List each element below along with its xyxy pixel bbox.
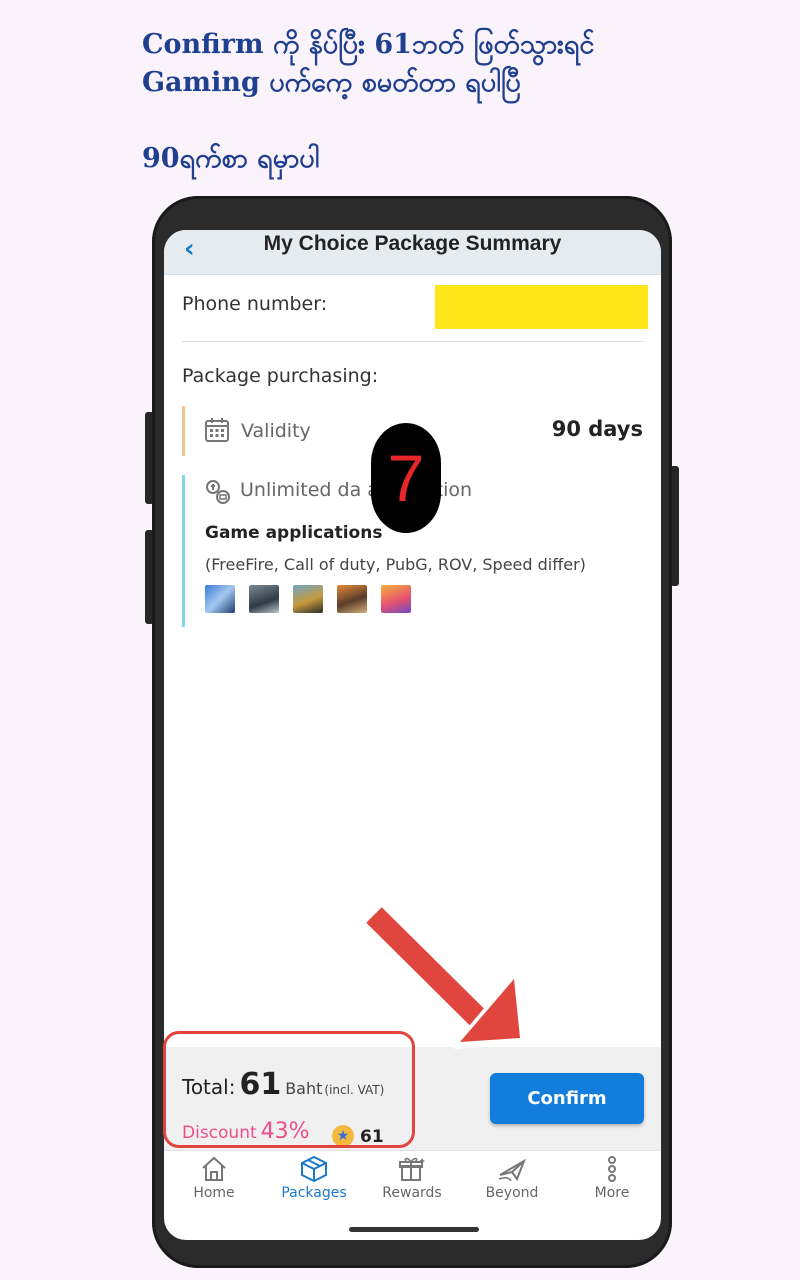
tab-home[interactable]: Home [174, 1155, 254, 1201]
validity-accent-bar [182, 406, 185, 456]
bottom-tab-bar: Home Packages Rewards Beyond More [164, 1150, 661, 1214]
game-applications-list: (FreeFire, Call of duty, PubG, ROV, Spee… [205, 555, 586, 574]
more-dots-icon [608, 1156, 616, 1182]
tab-beyond[interactable]: Beyond [472, 1155, 552, 1201]
phone-number-redaction [435, 285, 648, 329]
freefire-icon [205, 585, 235, 613]
social-apps-icon [206, 480, 230, 504]
game-applications-heading: Game applications [205, 523, 383, 543]
tab-label: Packages [281, 1185, 347, 1201]
tab-more[interactable]: More [572, 1155, 652, 1201]
page-title: My Choice Package Summary [263, 232, 562, 255]
app-header: ‹ My Choice Package Summary [164, 230, 661, 275]
caption-line-3: 90ရက်စာ ရမှာပါ [142, 143, 320, 174]
home-indicator [349, 1227, 479, 1232]
divider [182, 341, 644, 342]
call-of-duty-icon [249, 585, 279, 613]
home-icon [202, 1156, 226, 1181]
pubg-icon [293, 585, 323, 613]
step-number-badge: 7 [371, 423, 441, 533]
tab-label: Home [193, 1185, 235, 1201]
caption-line-1: Confirm ကို နိပ်ပြီး 61ဘတ် ဖြတ်သွားရင် [142, 29, 595, 60]
rov-icon [337, 585, 367, 613]
plane-icon [498, 1158, 526, 1182]
tab-label: Beyond [485, 1185, 539, 1201]
validity-label: Validity [241, 420, 311, 442]
game-icons-row [205, 585, 411, 613]
total-highlight-box [163, 1031, 415, 1148]
tab-rewards[interactable]: Rewards [372, 1155, 452, 1201]
gift-icon [399, 1157, 425, 1181]
tab-label: More [594, 1185, 630, 1201]
speed-drifters-icon [381, 585, 411, 613]
calendar-icon [205, 418, 229, 442]
confirm-button[interactable]: Confirm [490, 1073, 644, 1124]
package-box-icon [301, 1155, 327, 1183]
caption-line-2: Gaming ပက်ကေ့ စမတ်တာ ရပါပြီ [142, 67, 521, 98]
validity-value: 90 days [551, 417, 643, 441]
tab-label: Rewards [382, 1185, 442, 1201]
apps-accent-bar [182, 475, 185, 627]
tab-packages[interactable]: Packages [274, 1155, 354, 1201]
package-purchasing-label: Package purchasing: [182, 365, 379, 387]
phone-number-label: Phone number: [182, 293, 328, 315]
